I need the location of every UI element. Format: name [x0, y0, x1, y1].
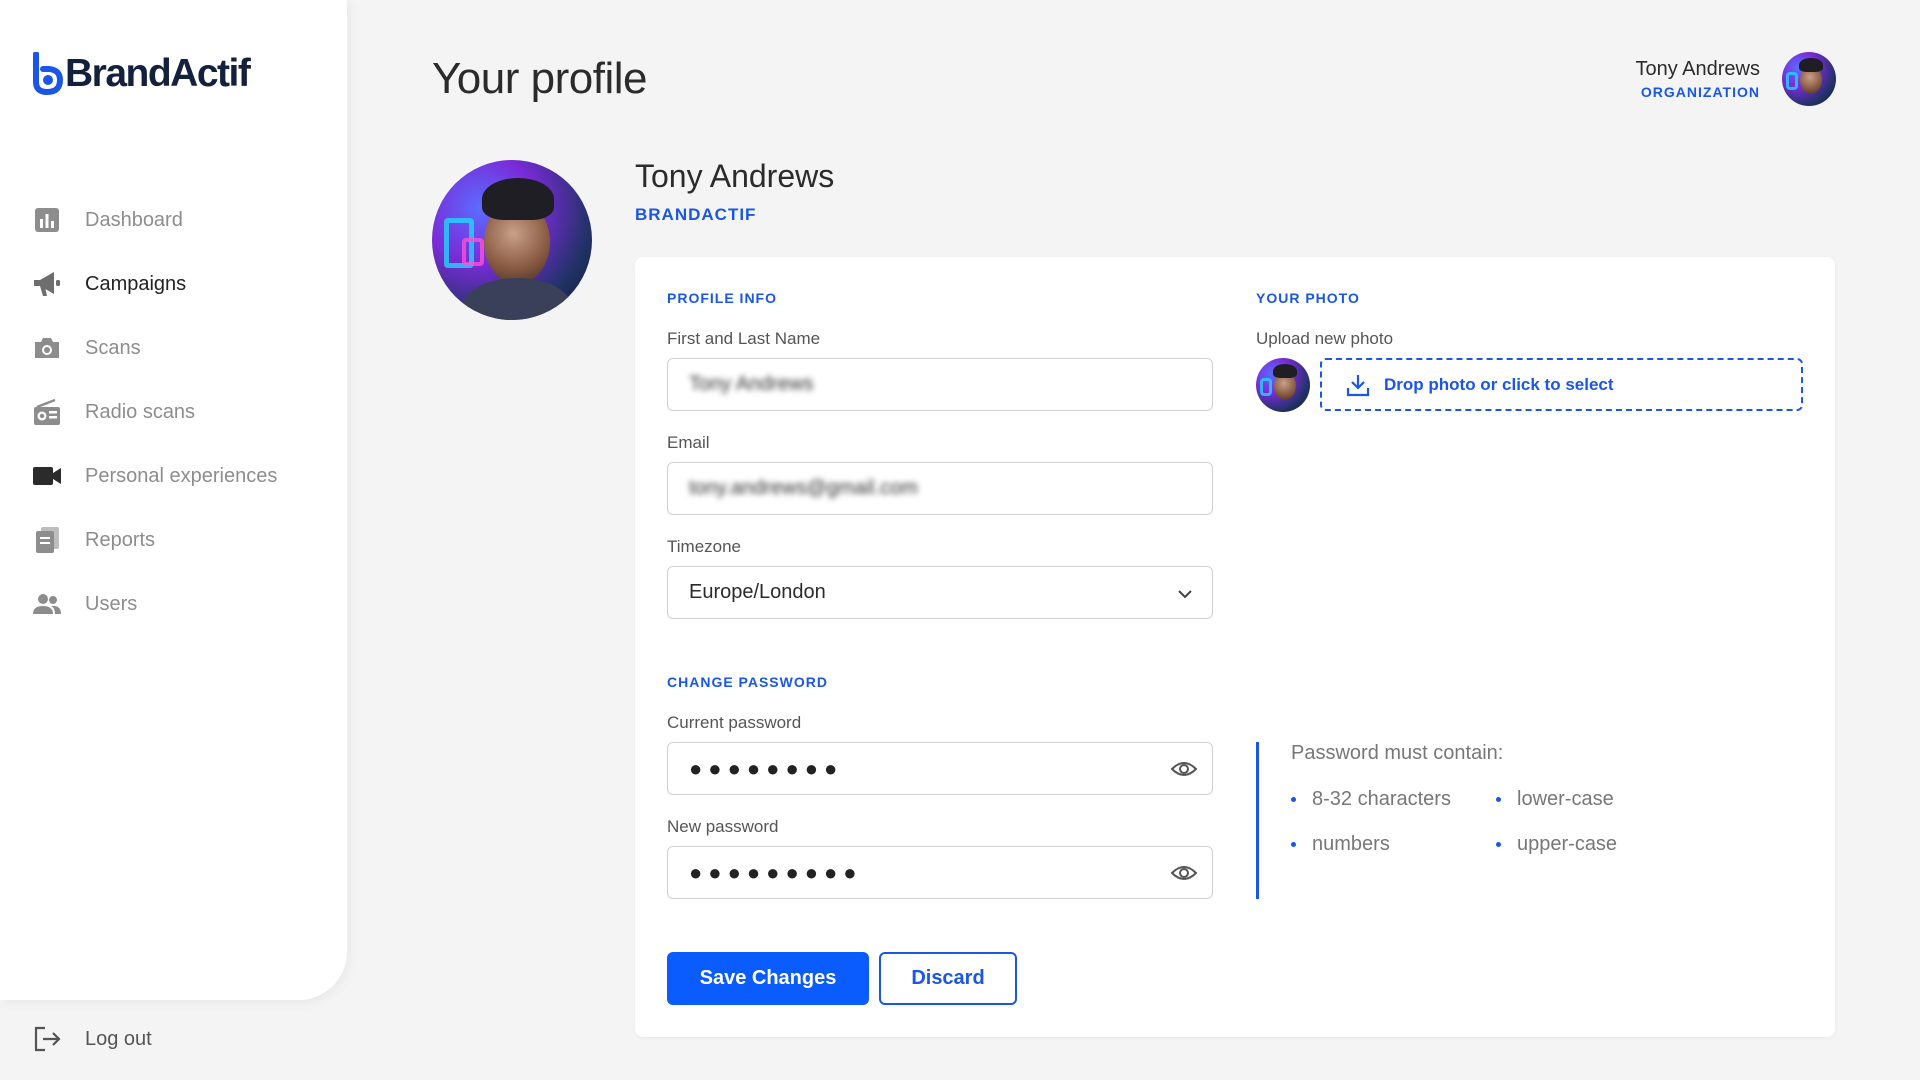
email-field-value: tony.andrews@gmail.com [689, 477, 918, 499]
password-rule: 8-32 characters [1291, 788, 1451, 811]
avatar-decoration [1260, 378, 1272, 396]
brand-logo-icon [33, 52, 64, 96]
password-rule: upper-case [1496, 833, 1617, 856]
save-changes-button[interactable]: Save Changes [667, 952, 869, 1005]
profile-avatar [432, 160, 592, 320]
sidebar-item-reports[interactable]: Reports [30, 508, 277, 572]
timezone-field-label: Timezone [667, 537, 742, 556]
password-rules-title: Password must contain: [1291, 742, 1504, 764]
eye-icon[interactable] [1170, 861, 1198, 885]
sidebar-item-label: Scans [85, 336, 141, 359]
change-password-heading: CHANGE PASSWORD [667, 674, 828, 690]
discard-button[interactable]: Discard [879, 952, 1017, 1005]
timezone-value: Europe/London [689, 581, 826, 603]
name-field[interactable]: Tony Andrews [667, 358, 1213, 411]
name-field-label: First and Last Name [667, 329, 821, 348]
password-rules-divider [1256, 742, 1260, 899]
email-field-label: Email [667, 433, 710, 452]
current-photo-thumbnail [1256, 358, 1310, 412]
password-rule: lower-case [1496, 788, 1614, 811]
profile-form-card: PROFILE INFO First and Last Name Tony An… [635, 257, 1835, 1037]
logout-label: Log out [85, 1027, 152, 1050]
avatar-decoration [1786, 72, 1798, 90]
current-password-value: ●●●●●●●● [689, 755, 844, 781]
sidebar-item-campaigns[interactable]: Campaigns [30, 252, 277, 316]
camera-icon [30, 331, 64, 365]
upload-photo-label: Upload new photo [1256, 329, 1394, 348]
sidebar-item-label: Personal experiences [85, 464, 278, 487]
email-field[interactable]: tony.andrews@gmail.com [667, 462, 1213, 515]
password-rule: numbers [1291, 833, 1390, 856]
sidebar-item-label: Radio scans [85, 400, 196, 423]
avatar[interactable] [1782, 52, 1836, 106]
sidebar-item-radio-scans[interactable]: Radio scans [30, 380, 277, 444]
avatar-decoration [462, 238, 484, 266]
documents-icon [30, 523, 64, 557]
logout-icon [30, 1022, 64, 1056]
sidebar-item-scans[interactable]: Scans [30, 316, 277, 380]
avatar-hat [482, 178, 554, 220]
sidebar-item-label: Dashboard [85, 208, 183, 231]
sidebar-item-label: Campaigns [85, 272, 187, 295]
megaphone-icon [30, 267, 64, 301]
new-password-value: ●●●●●●●●● [689, 859, 863, 885]
sidebar-nav: Dashboard Campaigns Scans Radio scans Pe… [30, 188, 277, 636]
profile-name: Tony Andrews [635, 158, 835, 194]
sidebar: BrandActif Dashboard Campaigns Scans Rad… [0, 0, 347, 1000]
name-field-value: Tony Andrews [689, 373, 814, 395]
sidebar-item-dashboard[interactable]: Dashboard [30, 188, 277, 252]
user-role: ORGANIZATION [1640, 84, 1760, 100]
password-rules-line [1256, 742, 1259, 899]
user-menu[interactable]: Tony Andrews ORGANIZATION [1635, 52, 1836, 106]
video-camera-icon [30, 459, 64, 493]
photo-dropzone[interactable]: Drop photo or click to select [1320, 358, 1803, 411]
page-title: Your profile [432, 54, 647, 103]
download-icon [1346, 374, 1370, 396]
current-password-label: Current password [667, 713, 802, 732]
chevron-down-icon [1178, 590, 1192, 599]
profile-info-heading: PROFILE INFO [667, 290, 777, 306]
user-name: Tony Andrews [1635, 58, 1760, 80]
profile-organization: BRANDACTIF [635, 205, 757, 224]
brand-logo-text: BrandActif [65, 52, 251, 95]
avatar-hat [1799, 58, 1823, 72]
current-password-field[interactable]: ●●●●●●●● [667, 742, 1213, 795]
bar-chart-icon [30, 203, 64, 237]
new-password-field[interactable]: ●●●●●●●●● [667, 846, 1213, 899]
timezone-select[interactable]: Europe/London [667, 566, 1213, 619]
brand-logo[interactable]: BrandActif [30, 52, 251, 96]
new-password-label: New password [667, 817, 779, 836]
sidebar-item-personal-experiences[interactable]: Personal experiences [30, 444, 277, 508]
dropzone-text: Drop photo or click to select [1384, 374, 1614, 394]
user-menu-text: Tony Andrews ORGANIZATION [1635, 58, 1760, 100]
eye-icon[interactable] [1170, 757, 1198, 781]
users-icon [30, 587, 64, 621]
logout-button[interactable]: Log out [30, 1022, 152, 1056]
sidebar-item-users[interactable]: Users [30, 572, 277, 636]
sidebar-item-label: Reports [85, 528, 156, 551]
sidebar-item-label: Users [85, 592, 138, 615]
avatar-shoulders [462, 278, 572, 320]
radio-icon [30, 395, 64, 429]
avatar-hat [1273, 364, 1297, 378]
your-photo-heading: YOUR PHOTO [1256, 290, 1360, 306]
